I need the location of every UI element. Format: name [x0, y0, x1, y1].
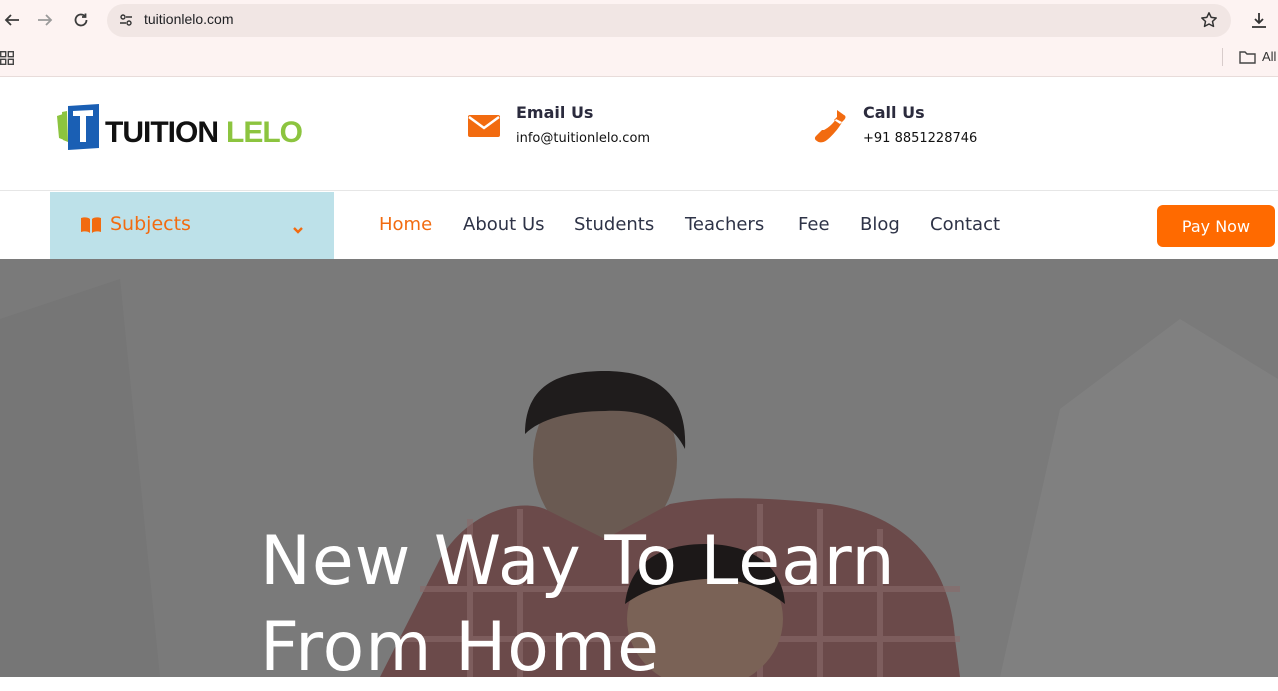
logo-word-1: TUITION: [105, 116, 219, 149]
nav-home[interactable]: Home: [379, 214, 432, 235]
bookmarks-separator: [1222, 48, 1223, 66]
all-bookmarks-label: All: [1262, 49, 1277, 64]
envelope-icon: [467, 110, 501, 144]
hero-title: New Way To Learn From Home: [260, 519, 896, 691]
download-icon[interactable]: [1247, 8, 1271, 32]
nav-blog[interactable]: Blog: [860, 214, 900, 235]
site-info-icon[interactable]: [115, 9, 137, 31]
nav-teachers[interactable]: Teachers: [685, 214, 764, 235]
chevron-down-icon[interactable]: [292, 220, 304, 234]
bookmark-star-icon[interactable]: [1198, 9, 1220, 31]
address-bar[interactable]: [107, 4, 1231, 37]
email-value[interactable]: info@tuitionlelo.com: [516, 131, 650, 146]
reload-icon[interactable]: [69, 8, 93, 32]
nav-about-us[interactable]: About Us: [463, 214, 545, 235]
back-icon[interactable]: [0, 8, 24, 32]
book-open-icon: [80, 216, 102, 234]
forward-icon[interactable]: [33, 8, 57, 32]
nav-fee[interactable]: Fee: [798, 214, 830, 235]
bookmarks-bar: [0, 40, 1278, 77]
hero-title-line-1: New Way To Learn: [260, 522, 896, 601]
pay-now-button[interactable]: Pay Now: [1157, 205, 1275, 247]
nav-contact[interactable]: Contact: [930, 214, 1000, 235]
logo-text[interactable]: TUITION LELO: [105, 116, 303, 150]
phone-value[interactable]: +91 8851228746: [863, 131, 977, 146]
folder-icon: [1239, 50, 1256, 64]
hero-title-line-2: From Home: [260, 608, 660, 687]
phone-icon: [813, 108, 847, 143]
phone-title: Call Us: [863, 103, 925, 122]
url-text[interactable]: tuitionlelo.com: [144, 11, 234, 27]
logo-word-2: LELO: [226, 116, 303, 149]
nav-students[interactable]: Students: [574, 214, 654, 235]
all-bookmarks-button[interactable]: All: [1239, 49, 1276, 64]
email-title: Email Us: [516, 103, 594, 122]
logo-mark-icon: [57, 104, 99, 150]
subjects-label[interactable]: Subjects: [110, 213, 191, 235]
apps-grid-icon[interactable]: [0, 50, 15, 66]
